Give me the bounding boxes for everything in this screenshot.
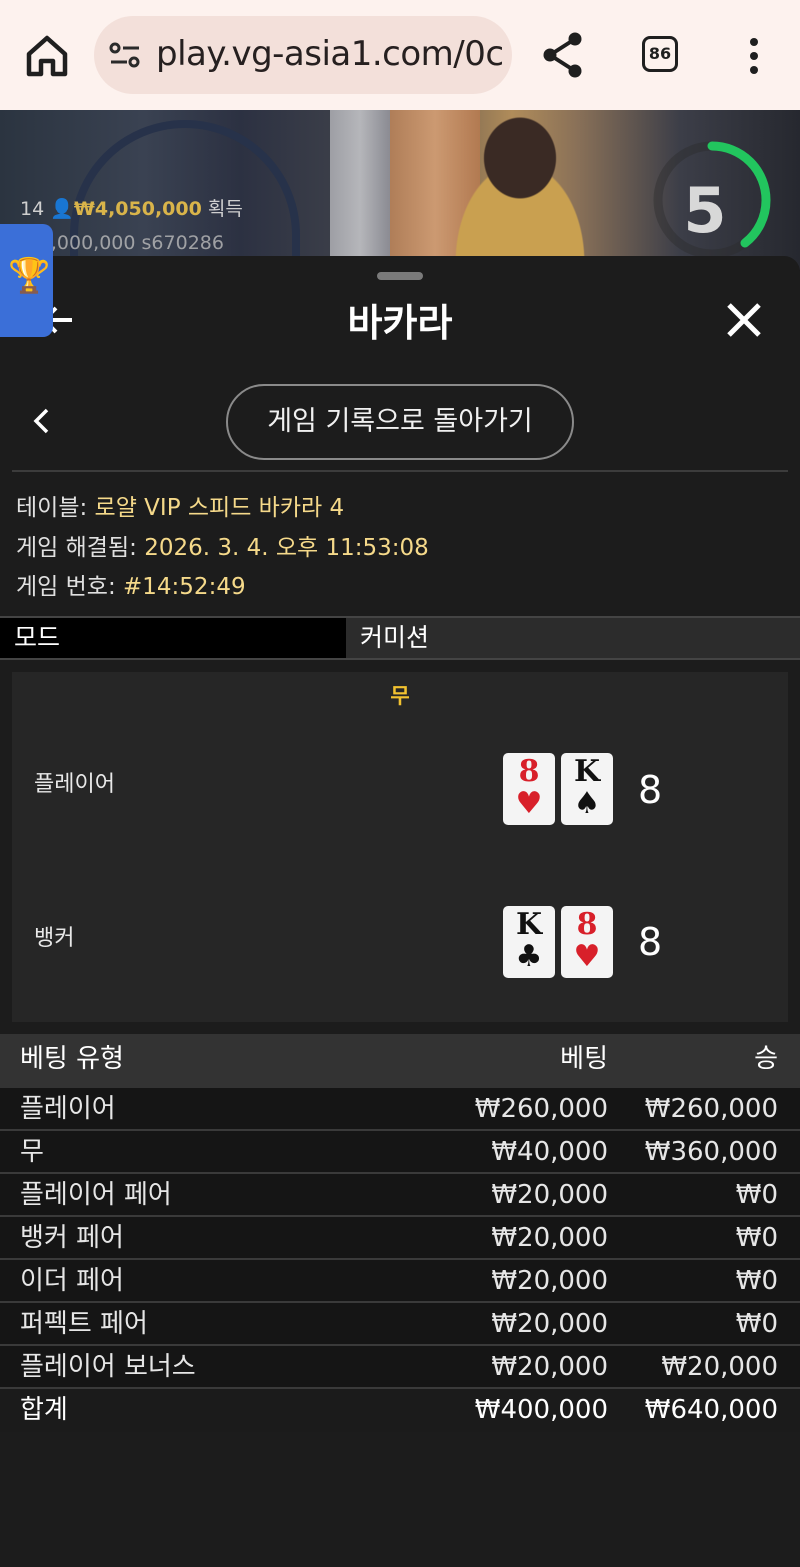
- chevron-left-icon[interactable]: [30, 406, 54, 436]
- bet-amount: ₩40,000: [491, 1137, 608, 1167]
- win-amount: ₩0: [735, 1309, 778, 1339]
- mode-label: 모드: [0, 618, 344, 658]
- winner-count: 14: [20, 198, 45, 220]
- site-settings-icon[interactable]: [108, 40, 142, 70]
- mode-value: 커미션: [346, 618, 800, 658]
- round-value: #14:52:49: [123, 574, 246, 600]
- browser-toolbar: play.vg-asia1.com/0c 86: [0, 0, 800, 110]
- spade-suit-icon: ♠: [573, 786, 601, 821]
- table-value: 로얄 VIP 스피드 바카라 4: [94, 495, 345, 521]
- mode-bar: 모드 커미션: [0, 616, 800, 660]
- win-amount: ₩0: [735, 1223, 778, 1253]
- user-icon: 👤: [50, 198, 74, 220]
- table-row: 퍼펙트 페어 ₩20,000 ₩0: [0, 1303, 800, 1346]
- bet-amount: ₩20,000: [491, 1180, 608, 1210]
- bet-amount: ₩20,000: [491, 1223, 608, 1253]
- round-info: 게임 번호: #14:52:49: [16, 567, 246, 601]
- url-text: play.vg-asia1.com/0c: [156, 34, 504, 74]
- banker-card-1: K ♣: [503, 906, 555, 978]
- table-row: 무 ₩40,000 ₩360,000: [0, 1131, 800, 1174]
- countdown-value: 5: [683, 174, 727, 247]
- bet-type: 플레이어 페어: [20, 1180, 172, 1210]
- winner-amount: ₩4,050,000: [73, 198, 202, 220]
- card-rank: 8: [518, 754, 540, 789]
- table-row: 뱅커 페어 ₩20,000 ₩0: [0, 1217, 800, 1260]
- home-icon[interactable]: [22, 32, 72, 78]
- round-label: 게임 번호:: [16, 574, 116, 600]
- panel-title: 바카라: [347, 301, 453, 345]
- heart-suit-icon: ♥: [515, 786, 543, 821]
- bet-amount: ₩20,000: [491, 1266, 608, 1296]
- total-label: 합계: [20, 1395, 68, 1425]
- bet-type: 플레이어: [20, 1094, 116, 1124]
- table-row: 플레이어 페어 ₩20,000 ₩0: [0, 1174, 800, 1217]
- background-pillar: [330, 110, 390, 270]
- header-bet-type: 베팅 유형: [20, 1044, 124, 1074]
- bet-type: 퍼펙트 페어: [20, 1309, 148, 1339]
- bet-amount: ₩20,000: [491, 1309, 608, 1339]
- bet-type: 뱅커 페어: [20, 1223, 124, 1253]
- resolved-label: 게임 해결됨:: [16, 535, 137, 561]
- bet-table: 베팅 유형 베팅 승 플레이어 ₩260,000 ₩260,000 무 ₩40,…: [0, 1034, 800, 1432]
- bet-table-header: 베팅 유형 베팅 승: [0, 1034, 800, 1088]
- header-bet: 베팅: [560, 1044, 608, 1074]
- banker-hand-label: 뱅커: [34, 926, 75, 951]
- heart-suit-icon: ♥: [573, 939, 601, 974]
- table-row: 플레이어 보너스 ₩20,000 ₩20,000: [0, 1346, 800, 1389]
- resolved-info: 게임 해결됨: 2026. 3. 4. 오후 11:53:08: [16, 528, 429, 562]
- back-to-history-button[interactable]: 게임 기록으로 돌아가기: [226, 384, 574, 460]
- banker-card-2: 8 ♥: [561, 906, 613, 978]
- close-icon[interactable]: [724, 300, 764, 340]
- table-info: 테이블: 로얄 VIP 스피드 바카라 4: [16, 488, 344, 522]
- banker-score: 8: [638, 920, 663, 964]
- card-rank: 8: [576, 907, 598, 942]
- table-label: 테이블:: [16, 495, 88, 521]
- player-card-2: K ♠: [561, 753, 613, 825]
- winner-suffix: 획득: [207, 198, 243, 220]
- address-bar[interactable]: play.vg-asia1.com/0c: [94, 16, 512, 94]
- tab-switcher-button[interactable]: 86: [642, 36, 678, 72]
- winner-stat: 14 👤₩4,050,000 획득: [20, 194, 243, 221]
- card-rank: K: [515, 907, 543, 942]
- bet-type: 이더 페어: [20, 1266, 124, 1296]
- total-win: ₩640,000: [644, 1395, 778, 1425]
- share-icon[interactable]: [540, 30, 586, 80]
- total-bet: ₩400,000: [474, 1395, 608, 1425]
- player-hand-label: 플레이어: [34, 772, 115, 797]
- bet-amount: ₩20,000: [491, 1352, 608, 1382]
- win-amount: ₩360,000: [644, 1137, 778, 1167]
- card-rank: K: [573, 754, 601, 789]
- table-row: 플레이어 ₩260,000 ₩260,000: [0, 1088, 800, 1131]
- player-score: 8: [638, 768, 663, 812]
- table-row: 이더 페어 ₩20,000 ₩0: [0, 1260, 800, 1303]
- outcome-label: 무: [390, 684, 410, 708]
- resolved-value: 2026. 3. 4. 오후 11:53:08: [144, 535, 429, 561]
- bet-type: 무: [20, 1137, 44, 1167]
- win-amount: ₩0: [735, 1266, 778, 1296]
- bet-type: 플레이어 보너스: [20, 1352, 196, 1382]
- player-card-1: 8 ♥: [503, 753, 555, 825]
- club-suit-icon: ♣: [515, 939, 543, 974]
- total-row: 합계 ₩400,000 ₩640,000: [0, 1389, 800, 1432]
- header-win: 승: [754, 1044, 778, 1074]
- drag-handle[interactable]: [377, 272, 423, 280]
- divider: [12, 470, 788, 472]
- trophy-tab[interactable]: 🏆: [0, 224, 53, 337]
- game-history-panel: 바카라 게임 기록으로 돌아가기 테이블: 로얄 VIP 스피드 바카라 4 게…: [0, 256, 800, 1567]
- bet-amount: ₩260,000: [474, 1094, 608, 1124]
- trophy-icon: 🏆: [8, 256, 51, 296]
- win-amount: ₩0: [735, 1180, 778, 1210]
- win-amount: ₩20,000: [661, 1352, 778, 1382]
- more-menu-icon[interactable]: [740, 34, 768, 78]
- dealer-video: [420, 110, 620, 270]
- live-video: 5 14 👤₩4,050,000 획득 ₩1,000,000 s670286: [0, 110, 800, 270]
- win-amount: ₩260,000: [644, 1094, 778, 1124]
- round-result: 무 플레이어 8 ♥ K ♠ 8 뱅커 K ♣ 8 ♥ 8: [12, 672, 788, 1022]
